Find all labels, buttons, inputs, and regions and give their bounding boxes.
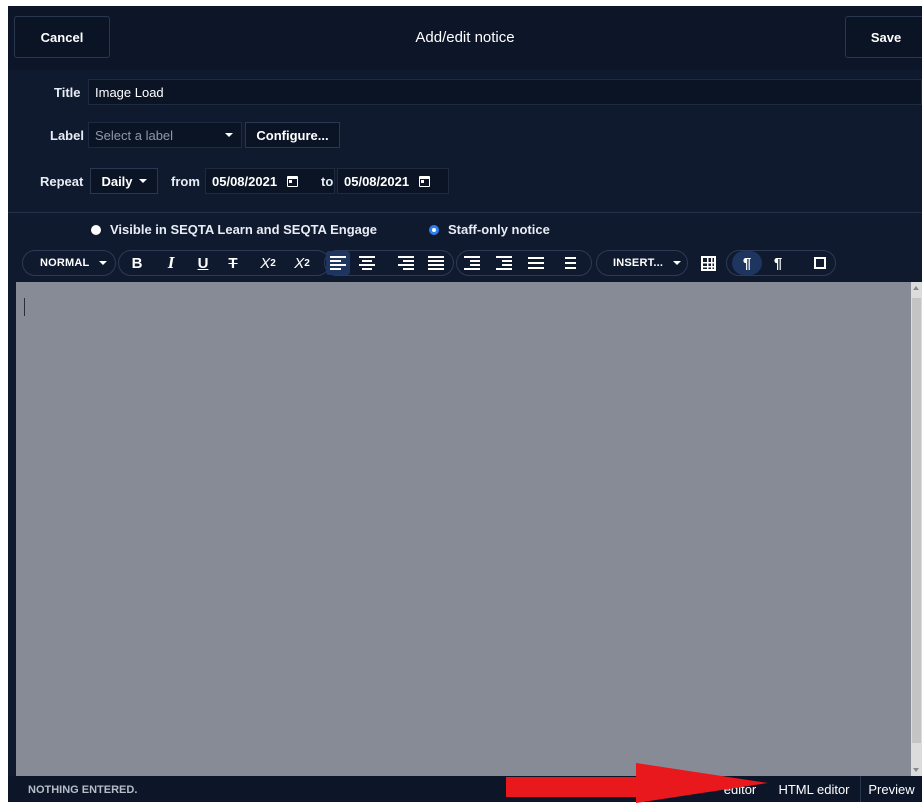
calendar-icon[interactable] bbox=[419, 175, 431, 187]
superscript-button[interactable]: X2 bbox=[289, 251, 315, 275]
repeat-select[interactable]: Daily bbox=[90, 168, 158, 194]
label-select[interactable]: Select a label bbox=[88, 122, 242, 148]
insert-label: INSERT... bbox=[613, 257, 664, 269]
label-label: Label bbox=[50, 128, 84, 143]
outdent-icon[interactable] bbox=[492, 251, 516, 275]
format-select[interactable]: NORMAL bbox=[22, 250, 116, 276]
subscript-base: X bbox=[260, 254, 271, 272]
bold-button[interactable]: B bbox=[126, 251, 148, 275]
chevron-down-icon bbox=[225, 133, 233, 137]
ltr-icon[interactable]: ¶ bbox=[732, 251, 762, 275]
divider bbox=[8, 212, 922, 213]
bullet-list-icon[interactable] bbox=[524, 251, 548, 275]
tab-preview[interactable]: Preview bbox=[860, 776, 922, 802]
chevron-down-icon bbox=[138, 179, 147, 183]
chevron-down-icon bbox=[673, 261, 682, 265]
scroll-down-icon[interactable] bbox=[913, 768, 919, 772]
calendar-icon[interactable] bbox=[287, 175, 299, 187]
chevron-down-icon bbox=[99, 261, 108, 265]
dialog-title: Add/edit notice bbox=[415, 29, 515, 46]
to-label: to bbox=[321, 174, 334, 189]
notice-dialog: Add/edit notice Cancel Save Title Image … bbox=[8, 6, 922, 802]
visible-all-label: Visible in SEQTA Learn and SEQTA Engage bbox=[110, 222, 378, 237]
superscript-base: X bbox=[294, 254, 305, 272]
scroll-thumb[interactable] bbox=[912, 298, 921, 743]
align-right-icon[interactable] bbox=[394, 251, 418, 275]
numbered-list-icon[interactable] bbox=[556, 251, 580, 275]
red-arrow-annotation bbox=[506, 763, 768, 803]
rich-text-editor[interactable] bbox=[16, 282, 911, 776]
staff-only-label: Staff-only notice bbox=[448, 222, 550, 237]
indent-icon[interactable] bbox=[460, 251, 484, 275]
to-date-field[interactable]: 05/08/2021 bbox=[337, 168, 449, 194]
editor-scrollbar[interactable] bbox=[911, 282, 922, 776]
rtl-icon[interactable]: ¶ bbox=[766, 251, 790, 275]
align-left-icon[interactable] bbox=[326, 251, 350, 275]
from-date-field[interactable]: 05/08/2021 bbox=[205, 168, 335, 194]
table-icon[interactable] bbox=[696, 251, 720, 275]
editor-footer: NOTHING ENTERED. editor HTML editor Prev… bbox=[8, 776, 922, 802]
dialog-header: Add/edit notice Cancel Save bbox=[8, 6, 922, 70]
label-placeholder: Select a label bbox=[95, 127, 174, 143]
subscript-button[interactable]: X2 bbox=[255, 251, 281, 275]
align-center-icon[interactable] bbox=[355, 251, 379, 275]
to-date-value: 05/08/2021 bbox=[344, 173, 410, 189]
strikethrough-button[interactable]: T bbox=[222, 251, 244, 275]
staff-only-radio[interactable] bbox=[429, 225, 439, 235]
from-label: from bbox=[171, 174, 200, 189]
title-label: Title bbox=[54, 85, 81, 100]
insert-select[interactable]: INSERT... bbox=[596, 250, 688, 276]
superscript-mark: 2 bbox=[304, 257, 310, 269]
save-button[interactable]: Save bbox=[845, 16, 922, 58]
text-cursor bbox=[24, 298, 25, 316]
visible-all-radio[interactable] bbox=[91, 225, 101, 235]
configure-button[interactable]: Configure... bbox=[245, 122, 340, 148]
repeat-value: Daily bbox=[101, 173, 133, 189]
from-date-value: 05/08/2021 bbox=[212, 173, 278, 189]
status-text: NOTHING ENTERED. bbox=[28, 784, 138, 796]
italic-button[interactable]: I bbox=[160, 251, 182, 275]
align-justify-icon[interactable] bbox=[424, 251, 448, 275]
title-input[interactable]: Image Load bbox=[88, 79, 922, 105]
fullscreen-icon[interactable] bbox=[808, 251, 832, 275]
underline-button[interactable]: U bbox=[192, 251, 214, 275]
format-label: NORMAL bbox=[40, 257, 90, 269]
subscript-mark: 2 bbox=[270, 257, 276, 269]
tab-html-editor[interactable]: HTML editor bbox=[768, 776, 860, 802]
cancel-button[interactable]: Cancel bbox=[14, 16, 110, 58]
scroll-up-icon[interactable] bbox=[913, 286, 919, 290]
repeat-label: Repeat bbox=[40, 174, 84, 189]
editor-toolbar: NORMAL B I U T X2 X2 INSERT... ¶ ¶ bbox=[8, 250, 922, 278]
